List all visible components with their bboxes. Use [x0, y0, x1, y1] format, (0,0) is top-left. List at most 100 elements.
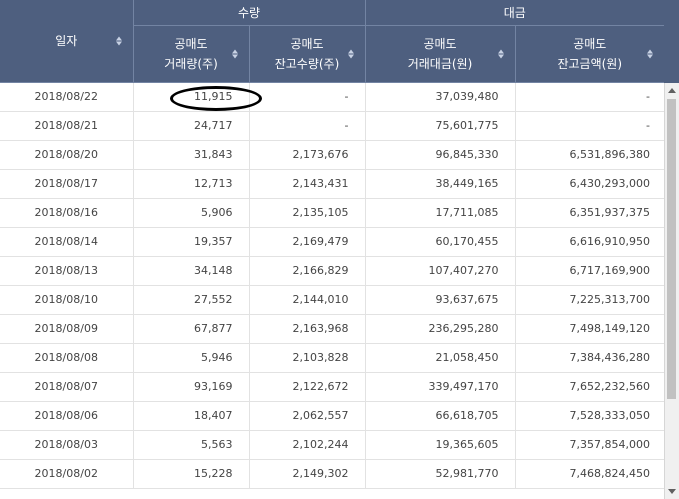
- volume-cell: 18,407: [133, 401, 250, 431]
- trade-amount-cell: 339,497,170: [365, 372, 516, 402]
- balance-qty-column-header[interactable]: 공매도 잔고수량(주): [249, 25, 366, 83]
- table-row[interactable]: 2018/08/22 11,915-37,039,480-: [0, 82, 664, 112]
- table-row[interactable]: 2018/08/13 34,148 2,166,829 107,407,270 6,71…: [0, 256, 664, 286]
- table-row[interactable]: 2018/08/21 24,717-75,601,775-: [0, 111, 664, 141]
- trade-amount-cell: 96,845,330: [365, 140, 516, 170]
- date-cell: 2018/08/20: [0, 140, 134, 170]
- volume-cell: 93,169: [133, 372, 250, 402]
- trade-amount-cell: 37,039,480: [365, 82, 516, 112]
- trade-amount-cell: 236,295,280: [365, 314, 516, 344]
- balance-amount-cell: 6,430,293,000: [515, 169, 664, 199]
- date-cell: 2018/08/06: [0, 401, 134, 431]
- trade-amount-cell: 75,601,775: [365, 111, 516, 141]
- table-row[interactable]: 2018/08/10 27,552 2,144,010 93,637,675 7,225…: [0, 285, 664, 315]
- trade-amount-cell: 66,618,705: [365, 401, 516, 431]
- date-cell: 2018/08/22: [0, 82, 134, 112]
- column-label-line1: 공매도: [573, 36, 607, 51]
- date-header-label: 일자: [55, 34, 78, 49]
- table-row[interactable]: 2018/08/08 5,946 2,103,828 21,058,450 7,384,…: [0, 343, 664, 373]
- header-filler: [664, 0, 679, 83]
- balance-amount-cell: -: [515, 111, 664, 141]
- balance-amount-cell: -: [515, 82, 664, 112]
- date-cell: 2018/08/14: [0, 227, 134, 257]
- sort-icon[interactable]: [497, 48, 505, 59]
- table-row[interactable]: 2018/08/06 18,407 2,062,557 66,618,705 7,528…: [0, 401, 664, 431]
- table-row[interactable]: 2018/08/07 93,169 2,122,672 339,497,170 7,65…: [0, 372, 664, 402]
- date-cell: 2018/08/16: [0, 198, 134, 228]
- date-cell: 2018/08/21: [0, 111, 134, 141]
- volume-cell: 5,946: [133, 343, 250, 373]
- volume-cell: 24,717: [133, 111, 250, 141]
- trade-amount-column-header[interactable]: 공매도 거래대금(원): [365, 25, 516, 83]
- table-row[interactable]: 2018/08/09 67,877 2,163,968 236,295,280 7,49…: [0, 314, 664, 344]
- table-row[interactable]: 2018/08/17 12,713 2,143,431 38,449,165 6,430…: [0, 169, 664, 199]
- scrollbar-thumb[interactable]: [667, 99, 676, 399]
- volume-cell: 31,843: [133, 140, 250, 170]
- balance-amount-cell: 7,468,824,450: [515, 459, 664, 489]
- balance-qty-cell: 2,062,557: [249, 401, 366, 431]
- date-column-header[interactable]: 일자: [0, 0, 134, 83]
- short-selling-table: 일자 수량 대금 공매도 거래량(주) 공매도 잔고수량(주) 공매도 거래대금…: [0, 0, 664, 489]
- balance-qty-cell: 2,166,829: [249, 256, 366, 286]
- date-cell: 2018/08/10: [0, 285, 134, 315]
- balance-qty-cell: 2,173,676: [249, 140, 366, 170]
- date-cell: 2018/08/17: [0, 169, 134, 199]
- highlight-circle-annotation: [170, 86, 262, 111]
- trade-amount-cell: 93,637,675: [365, 285, 516, 315]
- volume-cell: 12,713: [133, 169, 250, 199]
- volume-cell: 5,563: [133, 430, 250, 460]
- volume-cell: 34,148: [133, 256, 250, 286]
- balance-amount-cell: 7,225,313,700: [515, 285, 664, 315]
- quantity-group-header: 수량: [133, 0, 366, 26]
- balance-amount-cell: 6,531,896,380: [515, 140, 664, 170]
- trade-amount-cell: 17,711,085: [365, 198, 516, 228]
- balance-amount-cell: 7,498,149,120: [515, 314, 664, 344]
- date-cell: 2018/08/03: [0, 430, 134, 460]
- trade-amount-cell: 38,449,165: [365, 169, 516, 199]
- trade-amount-cell: 60,170,455: [365, 227, 516, 257]
- balance-qty-cell: 2,149,302: [249, 459, 366, 489]
- volume-cell: 15,228: [133, 459, 250, 489]
- balance-amount-cell: 6,351,937,375: [515, 198, 664, 228]
- balance-qty-cell: 2,144,010: [249, 285, 366, 315]
- trade-amount-cell: 19,365,605: [365, 430, 516, 460]
- balance-amount-cell: 7,384,436,280: [515, 343, 664, 373]
- table-row[interactable]: 2018/08/14 19,357 2,169,479 60,170,455 6,616…: [0, 227, 664, 257]
- balance-qty-cell: 2,102,244: [249, 430, 366, 460]
- short-selling-table-view: 일자 수량 대금 공매도 거래량(주) 공매도 잔고수량(주) 공매도 거래대금…: [0, 0, 679, 499]
- table-row[interactable]: 2018/08/02 15,228 2,149,302 52,981,770 7,468…: [0, 459, 664, 489]
- balance-qty-cell: 2,135,105: [249, 198, 366, 228]
- table-row[interactable]: 2018/08/16 5,906 2,135,105 17,711,085 6,351,…: [0, 198, 664, 228]
- balance-amount-cell: 7,528,333,050: [515, 401, 664, 431]
- sort-icon[interactable]: [647, 48, 654, 59]
- table-row[interactable]: 2018/08/03 5,563 2,102,244 19,365,605 7,357,…: [0, 430, 664, 460]
- balance-qty-cell: -: [249, 111, 366, 141]
- scroll-up-arrow-icon[interactable]: [668, 88, 676, 93]
- balance-qty-cell: 2,122,672: [249, 372, 366, 402]
- trade-amount-cell: 52,981,770: [365, 459, 516, 489]
- balance-qty-cell: 2,103,828: [249, 343, 366, 373]
- sort-icon[interactable]: [231, 48, 239, 59]
- date-cell: 2018/08/09: [0, 314, 134, 344]
- sort-icon[interactable]: [115, 35, 123, 46]
- table-row[interactable]: 2018/08/20 31,843 2,173,676 96,845,330 6,531…: [0, 140, 664, 170]
- volume-cell: 19,357: [133, 227, 250, 257]
- volume-cell: 67,877: [133, 314, 250, 344]
- balance-amount-cell: 7,652,232,560: [515, 372, 664, 402]
- date-cell: 2018/08/02: [0, 459, 134, 489]
- date-cell: 2018/08/08: [0, 343, 134, 373]
- date-cell: 2018/08/13: [0, 256, 134, 286]
- balance-qty-cell: 2,169,479: [249, 227, 366, 257]
- vertical-scrollbar[interactable]: [664, 83, 679, 499]
- balance-qty-cell: 2,143,431: [249, 169, 366, 199]
- sort-icon[interactable]: [347, 48, 355, 59]
- volume-column-header[interactable]: 공매도 거래량(주): [133, 25, 250, 83]
- balance-amount-cell: 6,616,910,950: [515, 227, 664, 257]
- amount-group-header: 대금: [365, 0, 664, 26]
- balance-amount-column-header[interactable]: 공매도 잔고금액(원): [515, 25, 664, 83]
- scroll-down-arrow-icon[interactable]: [668, 489, 676, 494]
- balance-amount-cell: 7,357,854,000: [515, 430, 664, 460]
- date-cell: 2018/08/07: [0, 372, 134, 402]
- column-label-line1: 공매도: [423, 36, 457, 51]
- balance-qty-cell: 2,163,968: [249, 314, 366, 344]
